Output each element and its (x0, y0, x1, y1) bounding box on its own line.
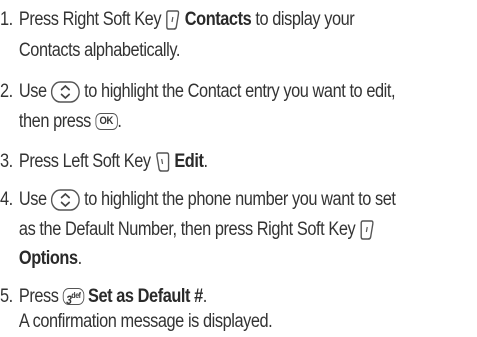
step-text: A confirmation message is displayed. (18, 311, 273, 332)
step-text: then press (18, 111, 91, 132)
step-5-line-1: 5. Press 3def Set as Default #. (0, 285, 207, 309)
step-text: . (203, 151, 208, 172)
step-text: as the Default Number, then press Right … (18, 219, 356, 240)
step-text: Press Left Soft Key (18, 151, 151, 172)
instruction-steps: 1. Press Right Soft Key Contacts to displ… (0, 0, 477, 337)
right-soft-key-icon (359, 219, 374, 241)
step-bold-label: Options (18, 248, 78, 269)
step-5-line-2: A confirmation message is displayed. (0, 310, 273, 334)
step-text: Contacts alphabetically. (18, 40, 180, 61)
right-soft-key-icon (165, 9, 180, 31)
step-1-line-1: 1. Press Right Soft Key Contacts to displ… (0, 8, 355, 32)
step-number: 1. (0, 9, 13, 30)
step-text: Use (18, 189, 47, 210)
left-soft-key-icon (155, 151, 170, 173)
step-2-line-2: then press OK. (0, 110, 122, 134)
step-text: . (117, 111, 122, 132)
step-text: . (77, 248, 83, 269)
ok-key-icon: OK (95, 113, 118, 131)
step-number: 5. (0, 286, 13, 307)
step-3-line-1: 3. Press Left Soft Key Edit. (0, 150, 208, 174)
step-text: to highlight the Contact entry you want … (84, 81, 396, 102)
step-number: 2. (0, 81, 13, 102)
step-bold-label: Edit (174, 151, 204, 172)
navigation-key-icon (50, 189, 80, 211)
step-4-line-2: as the Default Number, then press Right … (0, 218, 375, 242)
step-text: Press (18, 286, 59, 307)
step-4-line-1: 4. Use to highlight the phone number you … (0, 188, 396, 212)
step-text: Use (18, 81, 47, 102)
step-number: 3. (0, 151, 13, 172)
step-2-line-1: 2. Use to highlight the Contact entry you… (0, 80, 395, 104)
step-number: 4. (0, 189, 13, 210)
navigation-key-icon (50, 81, 80, 103)
step-text: . (202, 286, 208, 307)
key-3-icon: 3def (62, 288, 84, 307)
step-text: to display your (255, 9, 355, 30)
step-bold-label: Set as Default # (88, 286, 203, 307)
step-text: Press Right Soft Key (18, 9, 162, 30)
step-1-line-2: Contacts alphabetically. (0, 39, 180, 63)
step-text: to highlight the phone number you want t… (84, 189, 396, 210)
step-bold-label: Contacts (184, 9, 252, 30)
key-3-letters: def (71, 291, 81, 301)
step-4-line-3: Options. (0, 247, 82, 271)
